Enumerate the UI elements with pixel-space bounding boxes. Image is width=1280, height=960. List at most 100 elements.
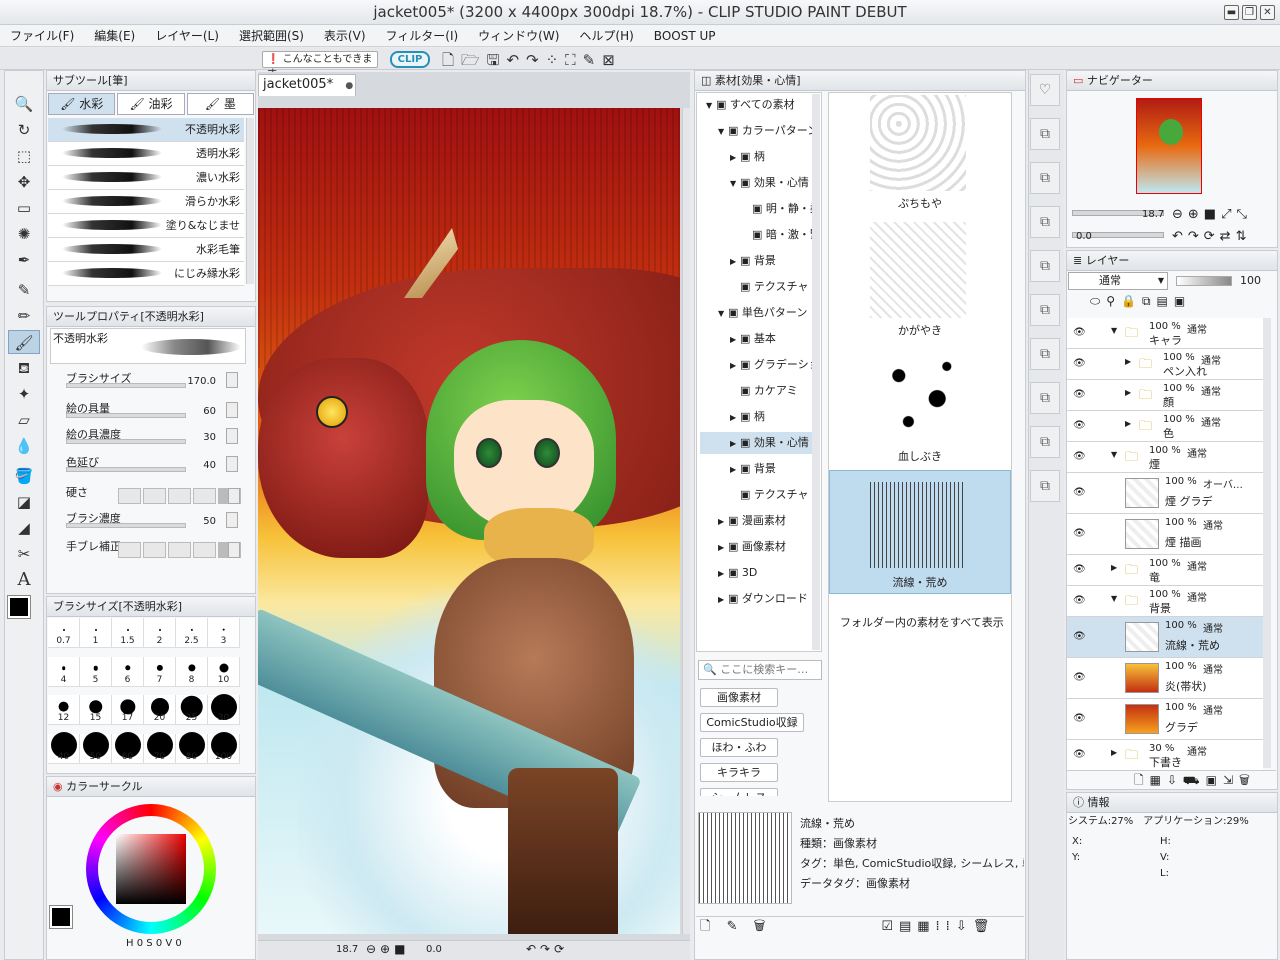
- expand-arrow-icon[interactable]: ▶: [1125, 388, 1131, 397]
- eyedropper-icon[interactable]: ✒: [8, 248, 40, 272]
- brush-size-preset[interactable]: 3: [208, 618, 240, 648]
- expand-arrow-icon[interactable]: ▶: [1125, 419, 1131, 428]
- dock-icon-5[interactable]: ⧉: [1030, 294, 1060, 326]
- brush-icon[interactable]: 🖌: [8, 330, 40, 354]
- material-tree-item[interactable]: ▶ ▣ 柄: [700, 406, 818, 428]
- brush-size-preset[interactable]: 70: [144, 732, 176, 764]
- layer-row[interactable]: 👁 100 % オーバ… 煙 グラデ: [1067, 473, 1263, 514]
- balloon-icon[interactable]: ✂: [8, 542, 40, 566]
- move-layer-icon[interactable]: ✥: [8, 170, 40, 194]
- brush-size-preset[interactable]: 2: [144, 618, 176, 648]
- dock-icon-4[interactable]: ⧉: [1030, 250, 1060, 282]
- tree-arrow-icon[interactable]: ▶: [730, 355, 740, 376]
- dock-icon-6[interactable]: ⧉: [1030, 338, 1060, 370]
- material-tree-item[interactable]: ▣ 暗・激・緊: [700, 224, 818, 246]
- property-slider[interactable]: [66, 383, 186, 388]
- material-tree-item[interactable]: ▶ ▣ 効果・心情: [700, 432, 818, 454]
- tree-scrollbar[interactable]: [812, 94, 820, 650]
- tree-arrow-icon[interactable]: ▼: [718, 303, 728, 324]
- fill-icon[interactable]: 🪣: [8, 464, 40, 488]
- close-button[interactable]: ✕: [1260, 5, 1275, 20]
- tree-arrow-icon[interactable]: ▼: [718, 121, 728, 142]
- saturation-value-square[interactable]: [116, 834, 186, 904]
- eye-icon[interactable]: 👁: [1073, 672, 1086, 683]
- material-tree-item[interactable]: ▶ ▣ 背景: [700, 250, 818, 272]
- text-icon[interactable]: A: [8, 568, 40, 592]
- eye-icon[interactable]: 👁: [1073, 564, 1086, 575]
- menu-item[interactable]: レイヤー(L): [145, 25, 229, 46]
- eye-icon[interactable]: 👁: [1073, 749, 1086, 760]
- tree-arrow-icon[interactable]: ▶: [718, 537, 728, 558]
- brush-item[interactable]: 塗り&なじませ: [48, 214, 244, 238]
- layer-row[interactable]: 👁 100 % 通常煙 描画: [1067, 514, 1263, 555]
- doc-tab[interactable]: jacket005* ●: [258, 74, 356, 96]
- layer-scrollbar[interactable]: [1263, 318, 1271, 768]
- preset-box[interactable]: [193, 488, 216, 504]
- preset-box[interactable]: [168, 542, 191, 558]
- doc-tab-close[interactable]: ●: [345, 81, 353, 91]
- dock-icon-3[interactable]: ⧉: [1030, 206, 1060, 238]
- layer-footer-icons[interactable]: 🗋▦⇩⛟▣⇲🗑: [1068, 770, 1276, 788]
- material-tree-item[interactable]: ▶ ▣ 3D: [700, 562, 818, 584]
- brush-size-preset[interactable]: 4: [48, 656, 80, 687]
- expand-arrow-icon[interactable]: ▶: [1125, 357, 1131, 366]
- tag-chip[interactable]: ほわ・ふわ: [700, 738, 778, 757]
- nav-rotate-icons[interactable]: ↶↷⟳⇄⇅: [1172, 229, 1251, 244]
- dock-icon-8[interactable]: ⧉: [1030, 426, 1060, 458]
- brush-size-preset[interactable]: 2.5: [176, 618, 208, 648]
- layer-row[interactable]: 👁 ▶ 🗀 100 % 通常 ペン入れ: [1067, 349, 1263, 380]
- subtool-tab[interactable]: 🖌 水彩: [48, 93, 116, 115]
- brush-size-preset[interactable]: 50: [80, 732, 112, 764]
- material-tree-item[interactable]: ▶ ▣ 背景: [700, 458, 818, 480]
- tree-arrow-icon[interactable]: ▶: [730, 459, 740, 480]
- tree-arrow-icon[interactable]: ▶: [730, 433, 740, 454]
- material-thumb-3[interactable]: [870, 482, 966, 568]
- brush-size-preset[interactable]: 1: [80, 618, 112, 648]
- eye-icon[interactable]: 👁: [1073, 420, 1086, 431]
- layer-row[interactable]: 👁 ▼ 🗀 100 % 通常 背景: [1067, 586, 1263, 617]
- layer-row[interactable]: 👁 ▼ 🗀 100 % 通常 キャラ: [1067, 318, 1263, 349]
- blend-icon[interactable]: 💧: [8, 434, 40, 458]
- dock-icon-7[interactable]: ⧉: [1030, 382, 1060, 414]
- brush-size-preset[interactable]: 17: [112, 695, 144, 725]
- menu-item[interactable]: ファイル(F): [0, 25, 84, 46]
- property-slider[interactable]: [66, 523, 186, 528]
- expand-arrow-icon[interactable]: ▼: [1111, 326, 1117, 335]
- eye-icon[interactable]: 👁: [1073, 595, 1086, 606]
- material-thumb-0[interactable]: [870, 95, 966, 191]
- menu-item[interactable]: 選択範囲(S): [229, 25, 314, 46]
- eye-icon[interactable]: 👁: [1073, 631, 1086, 642]
- tree-arrow-icon[interactable]: ▶: [730, 407, 740, 428]
- dock-icon-2[interactable]: ⧉: [1030, 162, 1060, 194]
- zoom-icon[interactable]: 🔍: [8, 92, 40, 116]
- brush-item[interactable]: にじみ縁水彩: [48, 262, 244, 286]
- preset-box[interactable]: [143, 488, 166, 504]
- brush-item[interactable]: 不透明水彩: [48, 118, 244, 142]
- material-thumb-2[interactable]: [870, 348, 966, 440]
- brush-item[interactable]: 水彩毛筆: [48, 238, 244, 262]
- material-tree-item[interactable]: ▶ ▣ 漫画素材: [700, 510, 818, 532]
- artwork-canvas[interactable]: [258, 108, 680, 934]
- brush-size-preset[interactable]: 5: [80, 656, 112, 687]
- dock-icon-1[interactable]: ⧉: [1030, 118, 1060, 150]
- tree-arrow-icon[interactable]: ▶: [730, 147, 740, 168]
- menu-item[interactable]: 表示(V): [314, 25, 376, 46]
- material-tree-item[interactable]: ▼ ▣ 単色パターン: [700, 302, 818, 324]
- preset-box[interactable]: [118, 488, 141, 504]
- eye-icon[interactable]: 👁: [1073, 713, 1086, 724]
- rotate-icon[interactable]: ↻: [8, 118, 40, 142]
- material-tree-item[interactable]: ▼ ▣ すべての素材: [700, 94, 818, 116]
- canvas-zoom-icons[interactable]: ⊖⊕■: [366, 942, 409, 956]
- subtool-scrollbar[interactable]: [246, 118, 254, 284]
- layer-row[interactable]: 👁 ▼ 🗀 100 % 通常煙: [1067, 442, 1263, 473]
- brush-size-preset[interactable]: 40: [48, 732, 80, 764]
- eye-icon[interactable]: 👁: [1073, 451, 1086, 462]
- canvas-vscroll[interactable]: [682, 108, 690, 934]
- layer-row[interactable]: 👁 ▶ 🗀 100 % 通常顔: [1067, 380, 1263, 411]
- material-tree-item[interactable]: ▣ テクスチャ: [700, 484, 818, 506]
- brush-size-preset[interactable]: 7: [144, 656, 176, 687]
- arrow-right-icon[interactable]: [228, 488, 240, 504]
- layer-row[interactable]: 👁 100 % 通常 流線・荒め: [1067, 617, 1263, 658]
- material-tree-item[interactable]: ▣ テクスチャ: [700, 276, 818, 298]
- figure-icon[interactable]: ◢: [8, 516, 40, 540]
